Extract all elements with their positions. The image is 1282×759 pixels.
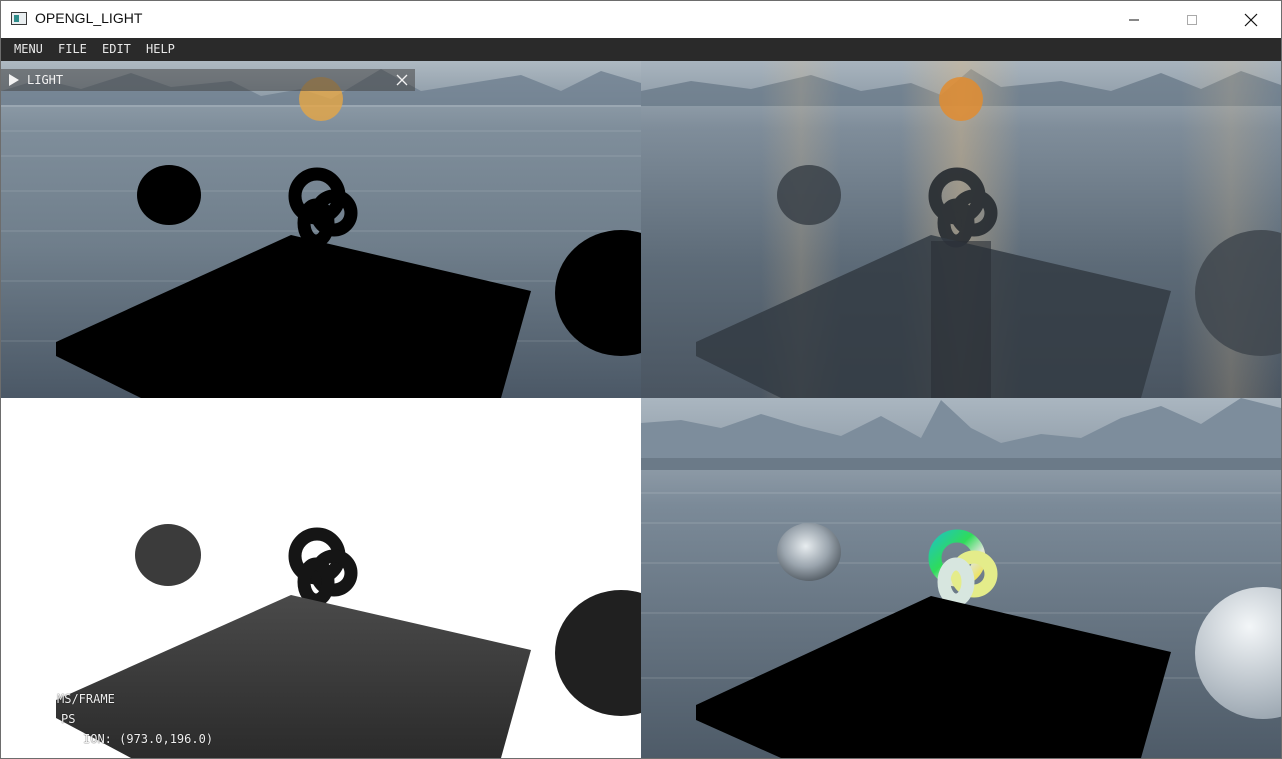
menu-bar: MENU FILE EDIT HELP xyxy=(1,38,1281,61)
maximize-icon xyxy=(1187,14,1197,25)
minimize-icon xyxy=(1129,19,1139,20)
window-title: OPENGL_LIGHT xyxy=(35,10,143,26)
stats-position: ION: (973.0,196.0) xyxy=(83,732,214,746)
triangle-right-icon[interactable] xyxy=(9,74,19,86)
app-icon xyxy=(11,12,27,25)
menu-item-menu[interactable]: MENU xyxy=(14,42,43,56)
light-panel-title: LIGHT xyxy=(27,73,64,87)
menu-item-file[interactable]: FILE xyxy=(58,42,87,56)
close-icon xyxy=(1244,13,1258,26)
close-icon[interactable] xyxy=(395,73,409,87)
stats-ms-per-frame: MS/FRAME xyxy=(57,692,115,706)
light-panel-header[interactable]: LIGHT xyxy=(1,69,415,91)
stats-fps: PS xyxy=(61,712,76,726)
minimize-button[interactable] xyxy=(1105,1,1163,38)
viewport-bottom-left[interactable]: MS/FRAME PS ION: (973.0,196.0) xyxy=(1,398,641,758)
scene-render-final xyxy=(641,398,1281,758)
viewport-bottom-right[interactable] xyxy=(641,398,1281,758)
app-window: OPENGL_LIGHT MENU FILE EDIT HELP MS/FRAM… xyxy=(0,0,1282,759)
scene-render-volumetric xyxy=(641,61,1281,398)
viewport-top-right[interactable] xyxy=(641,61,1281,398)
maximize-button[interactable] xyxy=(1163,1,1221,38)
title-bar[interactable]: OPENGL_LIGHT xyxy=(1,1,1281,38)
scene-render-black xyxy=(1,61,641,398)
menu-item-edit[interactable]: EDIT xyxy=(102,42,131,56)
viewport-top-left[interactable] xyxy=(1,61,641,398)
close-button[interactable] xyxy=(1222,1,1280,38)
menu-item-help[interactable]: HELP xyxy=(146,42,175,56)
